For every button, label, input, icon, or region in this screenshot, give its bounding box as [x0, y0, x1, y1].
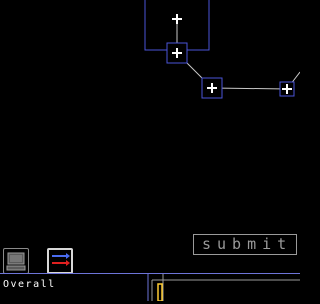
computer-icon [6, 252, 26, 271]
node-2[interactable] [201, 77, 223, 99]
arrows-icon [52, 253, 70, 266]
node-3[interactable] [279, 81, 295, 97]
tool-button-computer[interactable] [3, 248, 29, 274]
submit-button[interactable]: submit [193, 234, 297, 255]
node-1[interactable] [166, 42, 188, 64]
graph-canvas [144, 0, 301, 99]
canvas-area[interactable] [0, 0, 301, 300]
highlight-marker [157, 283, 163, 301]
overall-label: Overall [3, 279, 56, 290]
tool-button-arrows[interactable] [47, 248, 73, 274]
link-line [211, 87, 288, 90]
node-marker[interactable] [172, 14, 182, 24]
